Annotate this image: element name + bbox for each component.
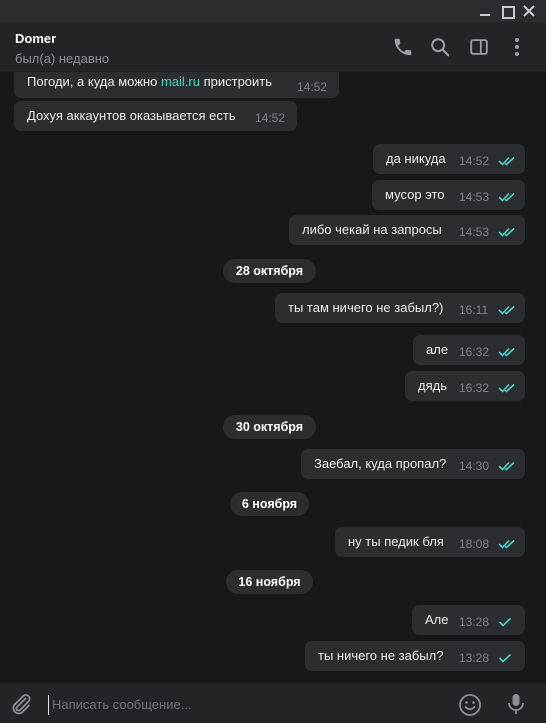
- message-outgoing[interactable]: да никуда 14:52: [373, 144, 525, 174]
- message-outgoing[interactable]: либо чекай на запросы 14:53: [289, 215, 525, 245]
- message-time: 16:32: [459, 381, 490, 395]
- message-time: 14:52: [255, 111, 286, 125]
- double-check-icon: [498, 227, 515, 237]
- message-text: ну ты педик бля: [348, 534, 444, 549]
- message-time: 16:11: [459, 303, 489, 317]
- message-text: ты ничего не забыл?: [318, 648, 444, 663]
- message-incoming[interactable]: Погоди, а куда можно mail.ru пристроить …: [14, 72, 339, 98]
- phone-icon[interactable]: [392, 36, 414, 58]
- message-time: 16:32: [459, 345, 490, 359]
- search-icon[interactable]: [429, 36, 451, 58]
- message-outgoing[interactable]: дядь 16:32: [405, 371, 525, 401]
- message-outgoing[interactable]: мусор это 14:53: [372, 180, 525, 210]
- date-separator: 30 октября: [223, 415, 316, 439]
- message-time: 14:53: [459, 225, 490, 239]
- double-check-icon: [498, 156, 515, 166]
- double-check-icon: [498, 539, 515, 549]
- message-time: 14:53: [459, 190, 490, 204]
- check-icon: [498, 653, 512, 663]
- maximize-button[interactable]: [498, 2, 516, 20]
- message-outgoing[interactable]: Але 13:28: [412, 605, 525, 635]
- message-time: 13:28: [459, 615, 490, 629]
- paperclip-icon[interactable]: [9, 692, 33, 716]
- message-time: 13:28: [459, 651, 490, 665]
- message-text: але: [426, 342, 449, 357]
- message-incoming[interactable]: Дохуя аккаунтов оказывается есть 14:52: [14, 101, 297, 131]
- message-outgoing[interactable]: але 16:32: [413, 335, 525, 365]
- date-separator: 28 октября: [223, 259, 316, 283]
- more-icon[interactable]: [506, 36, 528, 58]
- chat-title[interactable]: Domer: [15, 31, 56, 46]
- message-text: Але: [425, 612, 449, 627]
- message-text: Погоди, а куда можно mail.ru пристроить: [27, 74, 273, 89]
- message-list[interactable]: Погоди, а куда можно mail.ru пристроить …: [0, 72, 546, 680]
- message-outgoing[interactable]: Заебал, куда пропал? 14:30: [301, 449, 525, 479]
- microphone-icon[interactable]: [505, 692, 527, 716]
- message-outgoing[interactable]: ты ничего не забыл? 13:28: [305, 641, 525, 671]
- message-outgoing[interactable]: ну ты педик бля 18:08: [335, 527, 525, 557]
- close-button[interactable]: [520, 2, 538, 20]
- message-text: Заебал, куда пропал?: [314, 456, 447, 471]
- message-time: 18:08: [459, 537, 490, 551]
- minimize-button[interactable]: [476, 2, 494, 20]
- chat-header: Domer был(а) недавно: [0, 22, 546, 72]
- double-check-icon: [498, 305, 515, 315]
- message-time: 14:52: [297, 80, 328, 94]
- message-input[interactable]: [48, 695, 438, 715]
- message-outgoing[interactable]: ты там ничего не забыл?) 16:11: [275, 293, 525, 323]
- message-composer: [0, 683, 546, 723]
- message-text: либо чекай на запросы: [302, 222, 442, 237]
- emoji-icon[interactable]: [458, 693, 482, 717]
- double-check-icon: [498, 461, 515, 471]
- window-titlebar: [0, 0, 546, 22]
- message-text: дядь: [418, 378, 447, 393]
- check-icon: [498, 617, 512, 627]
- message-link[interactable]: mail.ru: [161, 74, 200, 89]
- chat-status: был(а) недавно: [15, 51, 110, 66]
- message-text: да никуда: [386, 151, 446, 166]
- double-check-icon: [498, 347, 515, 357]
- message-time: 14:30: [459, 459, 490, 473]
- double-check-icon: [498, 383, 515, 393]
- sidebar-toggle-icon[interactable]: [468, 36, 490, 58]
- message-text: ты там ничего не забыл?): [288, 300, 444, 315]
- message-text: мусор это: [385, 187, 445, 202]
- date-separator: 16 ноября: [226, 570, 313, 594]
- message-text: Дохуя аккаунтов оказывается есть: [27, 108, 236, 123]
- message-time: 14:52: [459, 154, 490, 168]
- double-check-icon: [498, 192, 515, 202]
- close-icon: [523, 5, 535, 17]
- date-separator: 6 ноября: [230, 492, 309, 516]
